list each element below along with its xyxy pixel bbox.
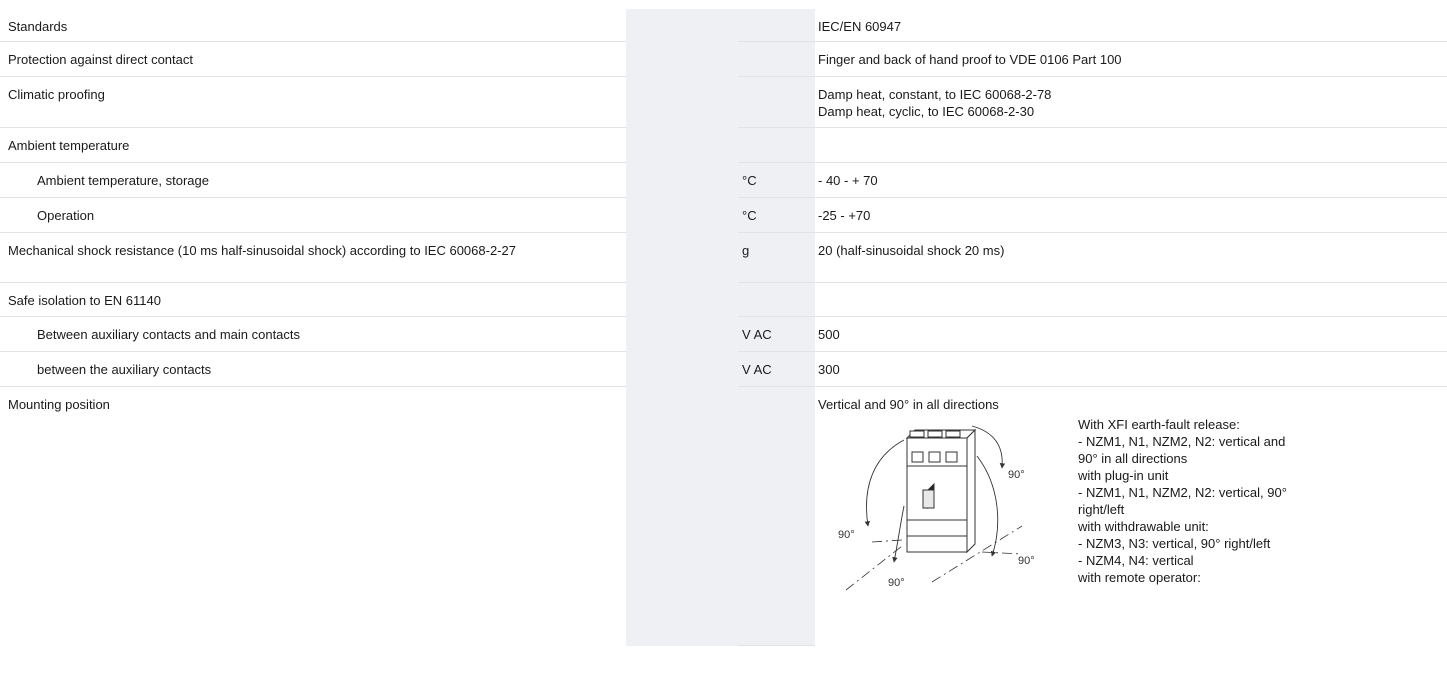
row-value <box>815 282 1447 317</box>
row-unit <box>738 127 815 163</box>
value-line: 20 (half-sinusoidal shock 20 ms) <box>818 242 1005 258</box>
note-line: with remote operator: <box>1078 569 1201 585</box>
spacer-cell <box>626 162 738 198</box>
table-row: Mechanical shock resistance (10 ms half-… <box>0 232 1447 283</box>
table-row: Standards IEC/EN 60947 <box>0 9 1447 42</box>
row-value <box>815 127 1447 163</box>
spacer-cell <box>626 282 738 317</box>
row-label: Standards <box>0 9 626 42</box>
row-value: 500 <box>815 316 1447 352</box>
row-unit: V AC <box>738 316 815 352</box>
row-unit <box>738 9 815 42</box>
angle-label-left: 90° <box>838 529 855 541</box>
value-line: Damp heat, constant, to IEC 60068-2-78 <box>818 86 1052 102</box>
row-label: Protection against direct contact <box>0 41 626 77</box>
row-label: Climatic proofing <box>0 76 626 128</box>
value-line: Vertical and 90° in all directions <box>818 396 999 412</box>
table-row: Mounting position Vertical and 90° in al… <box>0 386 1447 646</box>
note-line: 90° in all directions <box>1078 450 1188 466</box>
xfi-release-notes: With XFI earth-fault release: - NZM1, N1… <box>1078 416 1438 586</box>
row-label: Mechanical shock resistance (10 ms half-… <box>0 232 626 283</box>
spacer-cell <box>626 197 738 233</box>
row-value: Finger and back of hand proof to VDE 010… <box>815 41 1447 77</box>
table-row: Operation °C -25 - +70 <box>0 197 1447 233</box>
row-unit: g <box>738 232 815 283</box>
row-unit: V AC <box>738 351 815 387</box>
note-line: - NZM1, N1, NZM2, N2: vertical and <box>1078 433 1286 449</box>
mounting-position-diagram: 90° 90° 90° 90° <box>838 425 1035 590</box>
technical-data-table: Standards IEC/EN 60947 Protection agains… <box>0 9 1447 646</box>
value-line: Finger and back of hand proof to VDE 010… <box>818 51 1122 67</box>
spacer-cell <box>626 41 738 77</box>
spacer-cell <box>626 386 738 646</box>
mounting-position-cell: Vertical and 90° in all directions 90° 9… <box>818 396 1439 646</box>
spacer-cell <box>626 127 738 163</box>
table-row: Protection against direct contact Finger… <box>0 41 1447 77</box>
spacer-cell <box>626 351 738 387</box>
note-line: right/left <box>1078 501 1125 517</box>
table-row: Safe isolation to EN 61140 <box>0 282 1447 317</box>
value-line: 500 <box>818 326 840 342</box>
angle-label-right: 90° <box>1008 469 1025 481</box>
table-row: Climatic proofing Damp heat, constant, t… <box>0 76 1447 128</box>
row-unit <box>738 282 815 317</box>
spacer-cell <box>626 76 738 128</box>
row-unit: °C <box>738 197 815 233</box>
row-value: Vertical and 90° in all directions 90° 9… <box>815 386 1447 646</box>
value-line: 300 <box>818 361 840 377</box>
value-line: Damp heat, cyclic, to IEC 60068-2-30 <box>818 103 1035 119</box>
row-unit <box>738 386 815 646</box>
angle-label-bottom: 90° <box>888 577 905 589</box>
table-row: Between auxiliary contacts and main cont… <box>0 316 1447 352</box>
value-line: IEC/EN 60947 <box>818 19 902 34</box>
value-line: - 40 - + 70 <box>818 172 878 188</box>
row-value: -25 - +70 <box>815 197 1447 233</box>
row-value: Damp heat, constant, to IEC 60068-2-78 D… <box>815 76 1447 128</box>
row-value: IEC/EN 60947 <box>815 9 1447 42</box>
row-unit <box>738 76 815 128</box>
row-value: 20 (half-sinusoidal shock 20 ms) <box>815 232 1447 283</box>
row-label: Ambient temperature <box>0 127 626 163</box>
row-label: Safe isolation to EN 61140 <box>0 282 626 317</box>
table-row: between the auxiliary contacts V AC 300 <box>0 351 1447 387</box>
value-line: -25 - +70 <box>818 207 871 223</box>
spacer-cell <box>626 232 738 283</box>
note-line: with plug-in unit <box>1078 467 1169 483</box>
note-line: - NZM4, N4: vertical <box>1078 552 1194 568</box>
row-value: 300 <box>815 351 1447 387</box>
breaker-device-icon <box>905 428 977 553</box>
row-label: Between auxiliary contacts and main cont… <box>0 316 626 352</box>
angle-label-bottom-right: 90° <box>1018 555 1035 567</box>
spacer-cell <box>626 316 738 352</box>
row-unit: °C <box>738 162 815 198</box>
spacer-cell <box>626 9 738 42</box>
table-row: Ambient temperature, storage °C - 40 - +… <box>0 162 1447 198</box>
row-label: Mounting position <box>8 396 110 412</box>
note-line: - NZM3, N3: vertical, 90° right/left <box>1078 535 1271 551</box>
row-label: Ambient temperature, storage <box>0 162 626 198</box>
note-line: - NZM1, N1, NZM2, N2: vertical, 90° <box>1078 484 1287 500</box>
note-line: with withdrawable unit: <box>1078 518 1209 534</box>
row-label: between the auxiliary contacts <box>0 351 626 387</box>
row-label: Operation <box>0 197 626 233</box>
note-line: With XFI earth-fault release: <box>1078 416 1240 432</box>
table-row: Ambient temperature <box>0 127 1447 163</box>
row-unit <box>738 41 815 77</box>
row-value: - 40 - + 70 <box>815 162 1447 198</box>
